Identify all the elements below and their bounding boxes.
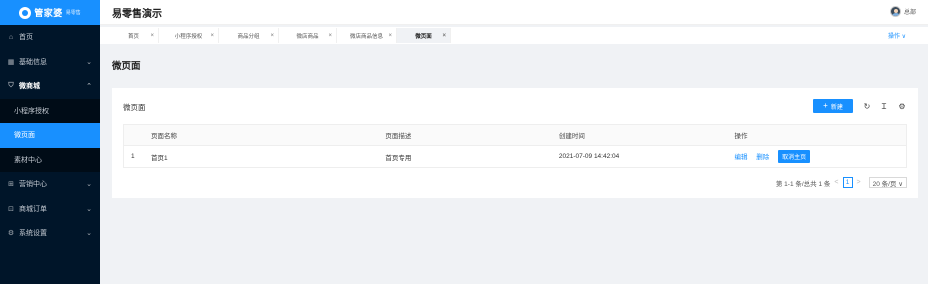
sidebar-item-system-settings[interactable]: ⚙ 系统设置 ⌄	[0, 221, 100, 246]
sidebar-item-label: 系统设置	[19, 230, 47, 238]
pagination-summary: 第 1-1 条/总共 1 条	[775, 180, 831, 188]
sidebar-item-label: 营销中心	[19, 181, 47, 189]
sidebar-item-material-center[interactable]: 素材中心	[0, 148, 100, 173]
submenu-micro-mall: 小程序授权 微页面 素材中心	[0, 98, 100, 173]
chevron-down-icon: ⌄	[86, 230, 92, 238]
refresh-icon[interactable]: ↻	[862, 100, 872, 112]
row-index: 1	[131, 153, 135, 160]
tabs-operate-dropdown[interactable]: 操作 ∨	[888, 31, 906, 40]
sidebar-item-basic-info[interactable]: ▦ 基础信息 ⌄	[0, 50, 100, 75]
settings-icon[interactable]: ⚙	[897, 100, 907, 112]
edit-link[interactable]: 编辑	[734, 154, 747, 161]
actions-cell: 编辑 删除 取消主页	[730, 150, 906, 163]
sidebar: 管家婆 易零售 ⌂ 首页 ▦ 基础信息 ⌄ ⛉ 微商城 ⌃ 小程序授权 微页面 …	[0, 0, 100, 284]
sidebar-item-label: 微页面	[14, 132, 35, 140]
close-icon[interactable]: ×	[210, 33, 214, 39]
tab-shop-products[interactable]: 微店商品 ×	[279, 28, 337, 43]
page-desc-cell: 首页专用	[385, 154, 412, 162]
chevron-up-icon: ⌃	[86, 83, 92, 91]
sidebar-item-marketing[interactable]: ⊞ 营销中心 ⌄	[0, 172, 100, 197]
user-menu[interactable]: 总部	[889, 6, 916, 17]
sidebar-item-micro-page[interactable]: 微页面	[0, 123, 100, 148]
tab-micro-page[interactable]: 微页面 ×	[397, 28, 451, 43]
page-size-select[interactable]: 20 条/页 ∨	[868, 177, 907, 188]
column-header: 操作	[734, 133, 748, 140]
gift-icon: ⊞	[8, 181, 14, 189]
pagination: 第 1-1 条/总共 1 条 < 1 > 20 条/页 ∨	[776, 177, 907, 188]
column-header: 创建时间	[558, 133, 585, 140]
tab-label: 小程序授权	[174, 33, 203, 40]
tab-label: 微页面	[415, 33, 432, 40]
prev-page-button[interactable]: <	[834, 179, 838, 186]
sidebar-item-label: 首页	[19, 34, 33, 42]
close-icon[interactable]: ×	[270, 33, 274, 39]
page-tabs: 首页 × 小程序授权 × 商品分组 × 微店商品 × 微店商品信息 × 微页面 …	[100, 27, 928, 44]
column-header: 页面描述	[385, 133, 412, 140]
avatar	[889, 6, 901, 17]
card-title: 微页面	[123, 103, 146, 112]
sidebar-item-home[interactable]: ⌂ 首页	[0, 25, 100, 50]
next-page-button[interactable]: >	[857, 179, 861, 186]
sidebar-item-label: 商城订单	[19, 205, 47, 213]
tab-home[interactable]: 首页 ×	[109, 28, 159, 43]
sidebar-item-label: 素材中心	[14, 156, 42, 164]
shop-icon: ⛉	[8, 82, 14, 90]
grid-icon: ▦	[7, 58, 15, 66]
close-icon[interactable]: ×	[442, 33, 446, 39]
micro-page-table: 页面名称 页面描述 创建时间 操作 1 首页1 首页专用 2021-07-09 …	[123, 124, 907, 168]
close-icon[interactable]: ×	[150, 33, 154, 39]
sidebar-item-label: 基础信息	[19, 58, 47, 66]
delete-link[interactable]: 删除	[756, 154, 769, 161]
content-card: 微页面 + 新建 ↻ Ɪ ⚙ 页面名称 页面描述 创建时间 操作 1 首页1 首…	[112, 88, 918, 198]
top-header: 易零售演示 总部	[100, 0, 928, 25]
text-size-icon[interactable]: Ɪ	[879, 100, 889, 112]
page-number-current[interactable]: 1	[842, 177, 853, 188]
tab-product-groups[interactable]: 商品分组 ×	[219, 28, 279, 43]
page-title: 微页面	[112, 61, 141, 72]
close-icon[interactable]: ×	[328, 33, 332, 39]
gear-icon: ⚙	[7, 230, 15, 238]
created-time-cell: 2021-07-09 14:42:04	[558, 153, 620, 160]
column-header: 页面名称	[150, 133, 177, 140]
sidebar-item-mall-orders[interactable]: ⊡ 商城订单 ⌄	[0, 197, 100, 222]
chevron-down-icon: ⌄	[86, 205, 92, 213]
tab-label: 首页	[127, 33, 139, 40]
home-icon: ⌂	[8, 33, 14, 41]
sidebar-menu: ⌂ 首页 ▦ 基础信息 ⌄ ⛉ 微商城 ⌃ 小程序授权 微页面 素材中心 ⊞ 营	[0, 25, 100, 246]
tab-miniprogram-auth[interactable]: 小程序授权 ×	[159, 28, 219, 43]
sidebar-item-label: 小程序授权	[14, 107, 49, 115]
new-button-label: 新建	[830, 104, 843, 111]
tab-label: 微店商品	[296, 33, 319, 40]
sidebar-item-micro-mall[interactable]: ⛉ 微商城 ⌃	[0, 74, 100, 99]
table-header: 页面名称 页面描述 创建时间 操作	[124, 125, 906, 146]
tab-shop-product-info[interactable]: 微店商品信息 ×	[337, 28, 397, 43]
sidebar-item-miniprogram-auth[interactable]: 小程序授权	[0, 99, 100, 124]
new-button[interactable]: + 新建	[813, 99, 853, 113]
tab-label: 商品分组	[237, 33, 260, 40]
chevron-down-icon: ⌄	[86, 58, 92, 66]
app-title: 易零售演示	[112, 8, 162, 20]
sidebar-item-label: 微商城	[19, 83, 40, 91]
brand-name: 管家婆	[34, 8, 63, 18]
tab-label: 微店商品信息	[349, 33, 383, 40]
logo-icon	[19, 6, 32, 19]
close-icon[interactable]: ×	[388, 33, 392, 39]
brand-logo[interactable]: 管家婆 易零售	[0, 0, 100, 25]
plus-icon: +	[823, 101, 828, 110]
brand-subtitle: 易零售	[65, 10, 81, 16]
cart-icon: ⊡	[8, 205, 14, 213]
user-name: 总部	[903, 10, 916, 16]
table-row: 1 首页1 首页专用 2021-07-09 14:42:04 编辑 删除 取消主…	[124, 146, 906, 167]
page-name-cell: 首页1	[150, 154, 168, 162]
unset-homepage-button[interactable]: 取消主页	[778, 150, 811, 163]
chevron-down-icon: ⌄	[86, 181, 92, 189]
